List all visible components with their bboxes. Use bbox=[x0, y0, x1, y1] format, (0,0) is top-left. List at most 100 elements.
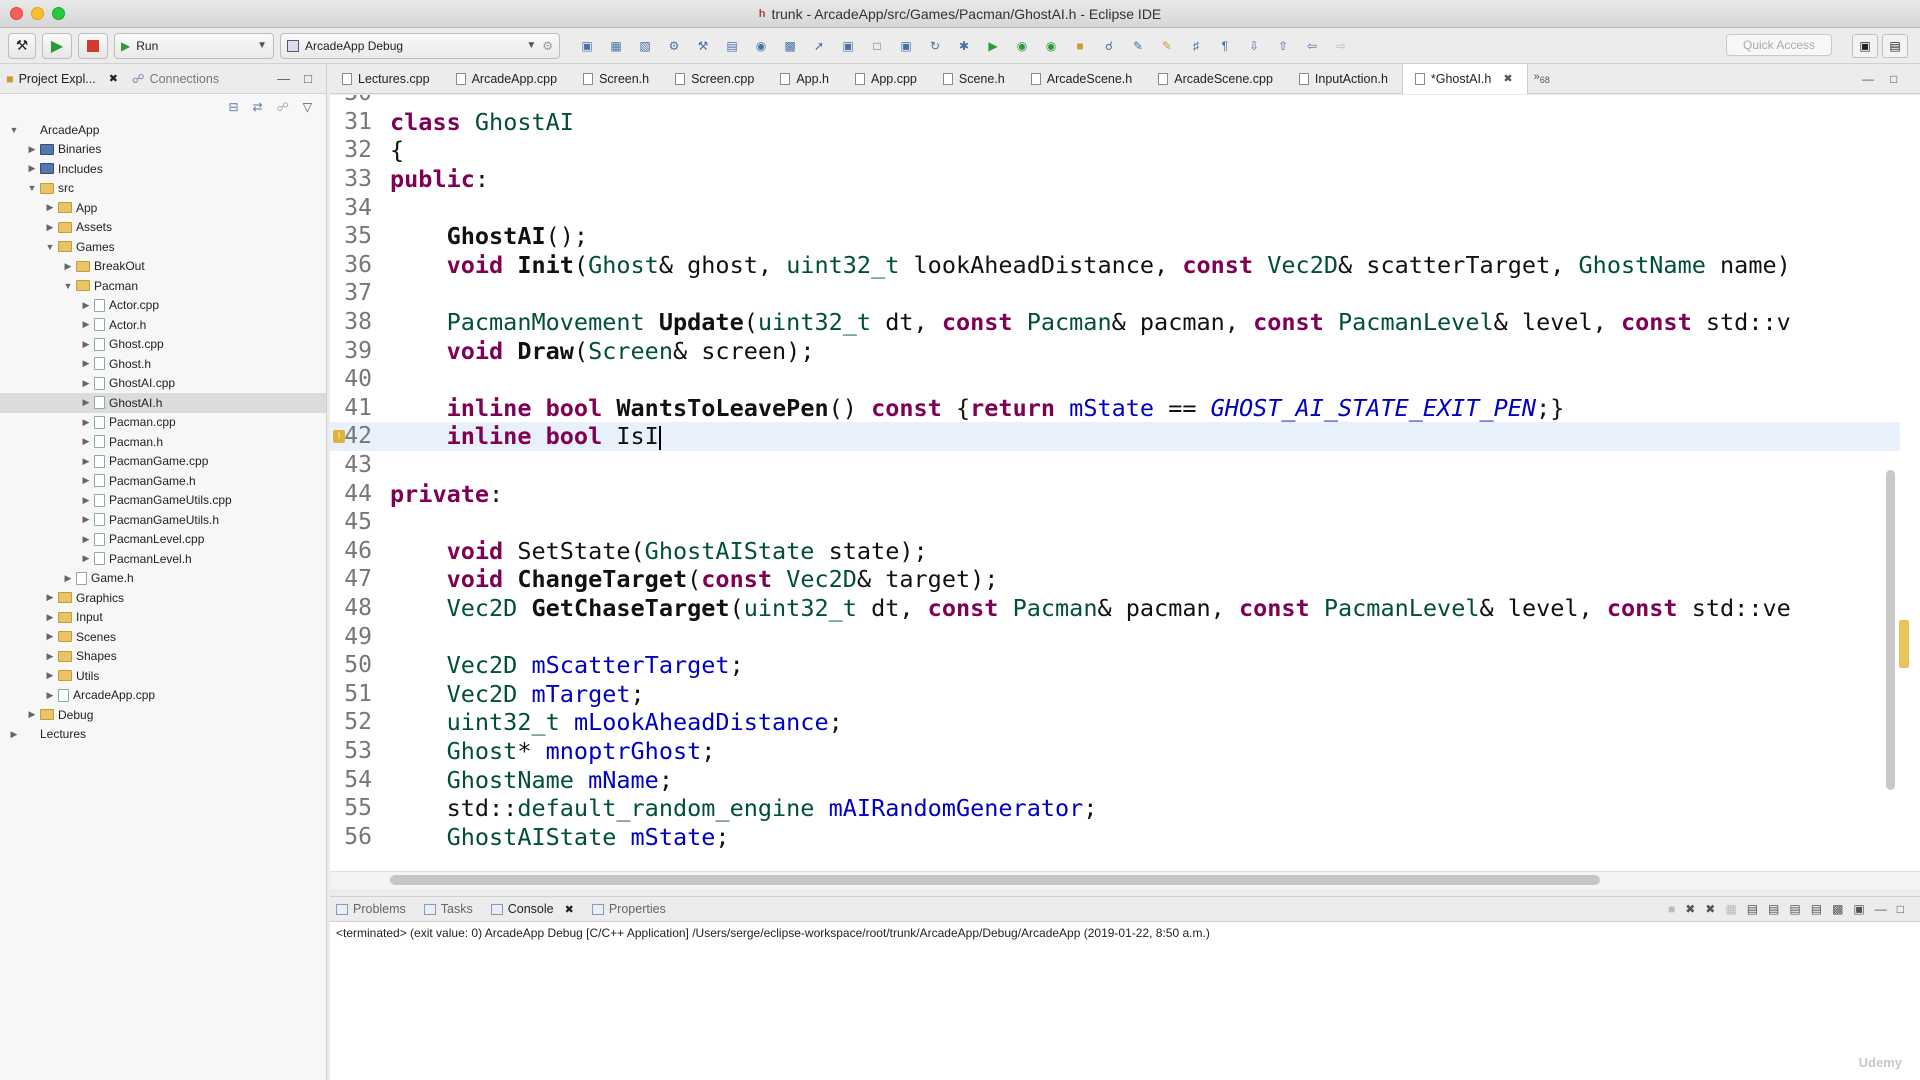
code-line[interactable]: 50 Vec2D mScatterTarget; bbox=[330, 651, 1900, 680]
collapsed-arrow-icon[interactable]: ▶ bbox=[80, 319, 92, 330]
tree-item[interactable]: ▶ PacmanGame.cpp bbox=[8, 452, 326, 472]
code-line[interactable]: 47 void ChangeTarget(const Vec2D& target… bbox=[330, 565, 1900, 594]
collapsed-arrow-icon[interactable]: ▶ bbox=[44, 651, 56, 662]
pin-console-icon[interactable]: ▤ bbox=[1811, 902, 1822, 916]
tree-item[interactable]: ▶ GhostAI.h bbox=[0, 393, 326, 413]
collapsed-arrow-icon[interactable]: ▶ bbox=[44, 222, 56, 233]
minimize-console-icon[interactable]: — bbox=[1875, 902, 1887, 916]
tree-item[interactable]: ▶ ArcadeApp.cpp bbox=[8, 686, 326, 706]
new-source-icon[interactable]: ▣ bbox=[895, 36, 917, 56]
code-line[interactable]: 44 private: bbox=[330, 479, 1900, 508]
code-line[interactable]: 36 void Init(Ghost& ghost, uint32_t look… bbox=[330, 251, 1900, 280]
terminal-icon[interactable]: ▩ bbox=[779, 36, 801, 56]
bottom-tab[interactable]: Tasks bbox=[423, 902, 473, 916]
maximize-window-button[interactable] bbox=[52, 7, 65, 20]
gear-icon[interactable]: ⚙ bbox=[542, 39, 553, 53]
code-line[interactable]: 51 Vec2D mTarget; bbox=[330, 679, 1900, 708]
search-icon[interactable]: ☌ bbox=[1098, 36, 1120, 56]
tree-item[interactable]: ▶ App bbox=[8, 198, 326, 218]
code-line[interactable]: 43 bbox=[330, 451, 1900, 480]
collapsed-arrow-icon[interactable]: ▶ bbox=[26, 163, 38, 174]
back-icon[interactable]: ⇦ bbox=[1301, 36, 1323, 56]
tree-item[interactable]: ▶ BreakOut bbox=[8, 257, 326, 277]
editor-tab[interactable]: *GhostAI.h ✖ bbox=[1401, 63, 1528, 94]
open-console-icon[interactable]: ▣ bbox=[1853, 902, 1864, 916]
collapsed-arrow-icon[interactable]: ▶ bbox=[62, 261, 74, 272]
launch-config-select[interactable]: ArcadeApp Debug ▼ ⚙ bbox=[280, 32, 560, 59]
tree-item[interactable]: ▶ Binaries bbox=[8, 140, 326, 160]
tree-item[interactable]: ▶ Includes bbox=[8, 159, 326, 179]
show-on-output-icon[interactable]: ▤ bbox=[1789, 902, 1800, 916]
code-editor[interactable]: 30 31 class GhostAI 32 {33 public: 3435 GhostA… bbox=[330, 95, 1920, 875]
build-hammer-icon[interactable]: ⚒ bbox=[8, 32, 36, 59]
tab-project-explorer[interactable]: ■ Project Expl... ✖ bbox=[6, 72, 118, 86]
horizontal-scrollbar[interactable] bbox=[390, 875, 1600, 885]
collapsed-arrow-icon[interactable]: ▶ bbox=[44, 592, 56, 603]
new-folder-icon[interactable]: □ bbox=[866, 36, 888, 56]
cpp-perspective-icon[interactable]: ▤ bbox=[1882, 34, 1908, 58]
expanded-arrow-icon[interactable]: ▼ bbox=[44, 242, 56, 252]
collapsed-arrow-icon[interactable]: ▶ bbox=[80, 436, 92, 447]
launch-mode-select[interactable]: ▶ Run ▼ bbox=[114, 32, 274, 59]
code-line[interactable]: 54 GhostName mName; bbox=[330, 765, 1900, 794]
tree-item[interactable]: ▶ Input bbox=[8, 608, 326, 628]
code-line[interactable]: 31 class GhostAI bbox=[330, 108, 1900, 137]
collapsed-arrow-icon[interactable]: ▶ bbox=[80, 514, 92, 525]
terminate-icon[interactable]: ■ bbox=[1668, 902, 1675, 916]
collapsed-arrow-icon[interactable]: ▶ bbox=[26, 144, 38, 155]
editor-tab[interactable]: ArcadeApp.cpp bbox=[444, 64, 571, 94]
code-line[interactable]: 48 Vec2D GetChaseTarget(uint32_t dt, con… bbox=[330, 594, 1900, 623]
code-line[interactable]: 37 bbox=[330, 279, 1900, 308]
expanded-arrow-icon[interactable]: ▼ bbox=[26, 183, 38, 193]
close-window-button[interactable] bbox=[10, 7, 23, 20]
code-line[interactable]: 34 bbox=[330, 193, 1900, 222]
build-config-icon[interactable]: ⚙ bbox=[663, 36, 685, 56]
focus-icon[interactable]: ☍ bbox=[277, 100, 289, 114]
editor-tab[interactable]: App.h bbox=[768, 64, 843, 94]
editor-tab[interactable]: Screen.h bbox=[571, 64, 663, 94]
tree-item[interactable]: ▶ Debug bbox=[8, 705, 326, 725]
cursor-icon[interactable]: ➚ bbox=[808, 36, 830, 56]
display-console-icon[interactable]: ▩ bbox=[1832, 902, 1843, 916]
tree-item[interactable]: ▶ Graphics bbox=[8, 588, 326, 608]
tools-icon[interactable]: ⚒ bbox=[692, 36, 714, 56]
collapsed-arrow-icon[interactable]: ▶ bbox=[80, 456, 92, 467]
view-menu-icon[interactable]: ▽ bbox=[303, 100, 312, 114]
tree-item[interactable]: ▶ Pacman.h bbox=[8, 432, 326, 452]
minimize-view-icon[interactable]: — bbox=[277, 71, 290, 86]
code-line[interactable]: 33 public: bbox=[330, 165, 1900, 194]
code-line[interactable]: ! 42 inline bool IsI bbox=[330, 422, 1900, 451]
run-tool-icon[interactable]: ▶ bbox=[982, 36, 1004, 56]
tree-item[interactable]: ▶ PacmanLevel.cpp bbox=[8, 530, 326, 550]
code-line[interactable]: 39 void Draw(Screen& screen); bbox=[330, 336, 1900, 365]
link-with-editor-icon[interactable]: ⇄ bbox=[253, 100, 263, 114]
maximize-view-icon[interactable]: □ bbox=[304, 71, 312, 86]
expanded-arrow-icon[interactable]: ▼ bbox=[62, 281, 74, 291]
expanded-arrow-icon[interactable]: ▼ bbox=[8, 125, 20, 135]
maximize-console-icon[interactable]: □ bbox=[1897, 902, 1904, 916]
tree-item[interactable]: ▶ PacmanGameUtils.h bbox=[8, 510, 326, 530]
print-icon[interactable]: ▤ bbox=[721, 36, 743, 56]
tree-item[interactable]: ▶ Actor.cpp bbox=[8, 296, 326, 316]
save-all-icon[interactable]: ▧ bbox=[634, 36, 656, 56]
annotation-icon[interactable]: ♯ bbox=[1185, 36, 1207, 56]
code-line[interactable]: 35 GhostAI(); bbox=[330, 222, 1900, 251]
tree-item[interactable]: ▶ Utils bbox=[8, 666, 326, 686]
bottom-tab[interactable]: Properties bbox=[591, 902, 666, 916]
show-whitespace-icon[interactable]: ¶ bbox=[1214, 36, 1236, 56]
close-icon[interactable]: ✖ bbox=[1503, 72, 1512, 85]
remove-launch-icon[interactable]: ✖ bbox=[1685, 902, 1695, 916]
collapsed-arrow-icon[interactable]: ▶ bbox=[26, 709, 38, 720]
collapsed-arrow-icon[interactable]: ▶ bbox=[80, 358, 92, 369]
editor-tab[interactable]: InputAction.h bbox=[1287, 64, 1402, 94]
minimize-window-button[interactable] bbox=[31, 7, 44, 20]
code-line[interactable]: 52 uint32_t mLookAheadDistance; bbox=[330, 708, 1900, 737]
debug-bug-icon[interactable]: ✱ bbox=[953, 36, 975, 56]
save-icon[interactable]: ▦ bbox=[605, 36, 627, 56]
close-icon[interactable]: ✖ bbox=[109, 72, 118, 85]
bottom-tab[interactable]: Problems bbox=[336, 902, 406, 916]
collapsed-arrow-icon[interactable]: ▶ bbox=[80, 553, 92, 564]
code-line[interactable]: 41 inline bool WantsToLeavePen() const {… bbox=[330, 394, 1900, 423]
code-line[interactable]: 38 PacmanMovement Update(uint32_t dt, co… bbox=[330, 308, 1900, 337]
clear-console-icon[interactable]: ▦ bbox=[1725, 902, 1736, 916]
